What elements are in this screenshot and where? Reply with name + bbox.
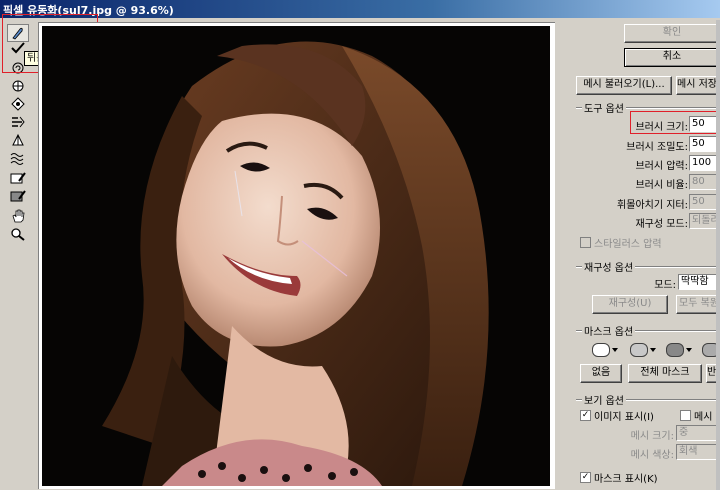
ok-button[interactable]: 확인 xyxy=(624,24,720,43)
show-image-label: 이미지 표시(I) xyxy=(594,412,654,423)
brush-density-label: 브러시 조밀도: xyxy=(626,142,688,153)
mesh-size-select[interactable]: 중 xyxy=(676,425,720,441)
turbulent-jitter-label: 휘몰아치기 지터: xyxy=(617,200,688,211)
show-image-checkbox[interactable]: ✓ 이미지 표시(I) xyxy=(580,408,654,423)
restore-all-button[interactable]: 모두 복원 xyxy=(676,295,720,314)
brush-rate-label: 브러시 비율: xyxy=(635,180,688,191)
reconstruct-options-title: 재구성 옵션 xyxy=(582,259,636,274)
show-mask-label: 마스크 표시(K) xyxy=(594,474,658,485)
window-title: 픽셀 유동화(sul7.jpg @ 93.6%) xyxy=(3,4,174,17)
mesh-color-select[interactable]: 회색 xyxy=(676,444,720,460)
mesh-size-label: 메시 크기: xyxy=(630,431,674,442)
view-options-title: 보기 옵션 xyxy=(582,392,626,407)
thaw-mask-tool-icon[interactable] xyxy=(8,188,28,204)
mask-options-title: 마스크 옵션 xyxy=(582,323,636,338)
mask-all-button[interactable]: 전체 마스크 xyxy=(628,364,702,383)
stylus-pressure-checkbox[interactable]: 스타일러스 압력 xyxy=(580,235,662,250)
brush-size-label: 브러시 크기: xyxy=(635,122,688,133)
tool-options-title: 도구 옵션 xyxy=(582,100,626,115)
show-image-box: ✓ xyxy=(580,410,591,421)
brush-pressure-label: 브러시 압력: xyxy=(635,161,688,172)
load-mesh-button[interactable]: 메시 불러오기(L)... xyxy=(576,76,672,95)
image-preview[interactable] xyxy=(42,26,550,486)
options-panel: 확인 취소 메시 불러오기(L)... 메시 저장 도구 옵션 브러시 크기: … xyxy=(572,18,720,490)
mask-add-icon[interactable] xyxy=(630,342,656,358)
toolbox xyxy=(0,18,36,490)
stylus-pressure-box xyxy=(580,237,591,248)
save-mesh-button[interactable]: 메시 저장 xyxy=(676,76,720,95)
show-mask-checkbox[interactable]: ✓ 마스크 표시(K) xyxy=(580,470,658,485)
show-mask-box: ✓ xyxy=(580,472,591,483)
mask-none-button[interactable]: 없음 xyxy=(580,364,622,383)
mesh-color-label: 메시 색상: xyxy=(630,450,674,461)
bloat-tool-icon[interactable] xyxy=(8,96,28,112)
show-mesh-checkbox[interactable]: 메시 표시 xyxy=(680,408,720,423)
cancel-button[interactable]: 취소 xyxy=(624,48,720,67)
push-left-tool-icon[interactable] xyxy=(8,114,28,130)
freeze-mask-tool-icon[interactable] xyxy=(8,170,28,186)
reconstruct-button[interactable]: 재구성(U) xyxy=(592,295,668,314)
window-title-bar: 픽셀 유동화(sul7.jpg @ 93.6%) xyxy=(0,0,720,18)
reconstruct-mode-label-2: 모드: xyxy=(654,280,676,291)
stylus-pressure-label: 스타일러스 압력 xyxy=(594,239,662,250)
mirror-tool-icon[interactable] xyxy=(8,132,28,148)
reconstruct-mode-dropdown[interactable]: 딱딱함 xyxy=(678,274,720,290)
pucker-tool-icon[interactable] xyxy=(8,78,28,94)
portrait-photo xyxy=(42,26,550,486)
hand-tool-icon[interactable] xyxy=(8,208,28,224)
turbulence-tool-icon[interactable] xyxy=(8,150,28,166)
mask-subtract-icon[interactable] xyxy=(666,342,692,358)
zoom-tool-icon[interactable] xyxy=(8,226,28,242)
mask-replace-icon[interactable] xyxy=(592,342,618,358)
preview-frame xyxy=(38,22,555,489)
reconstruct-mode-label: 재구성 모드: xyxy=(635,219,688,230)
show-mesh-box xyxy=(680,410,691,421)
window-right-edge xyxy=(716,20,720,490)
